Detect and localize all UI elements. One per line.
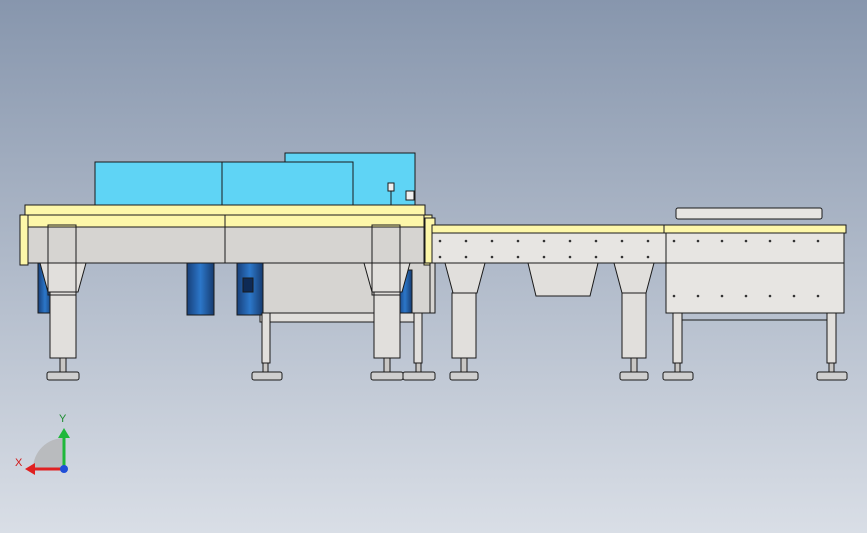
side-frame-middle[interactable] <box>431 232 668 264</box>
bolt-hole <box>744 294 748 298</box>
conveyor-model-view[interactable] <box>0 0 867 533</box>
hopper[interactable] <box>527 262 599 297</box>
bolt-hole <box>792 239 796 243</box>
leg-2-foot-stem <box>383 357 391 373</box>
top-rail-lip[interactable] <box>24 214 431 228</box>
sensor-bracket[interactable] <box>387 182 395 192</box>
bolt-hole <box>620 239 624 243</box>
bolt-hole <box>464 255 468 259</box>
bolt-hole <box>696 294 700 298</box>
weigh-plate[interactable] <box>675 207 823 220</box>
leg-8-stem <box>828 362 835 373</box>
top-rail-middle[interactable] <box>431 224 673 234</box>
leg-2-foot[interactable] <box>370 371 404 381</box>
safety-guard-panel-left[interactable] <box>94 161 223 206</box>
mid-left-bracket[interactable] <box>429 262 436 314</box>
leg-collar-1[interactable] <box>39 262 87 293</box>
bolt-hole <box>744 239 748 243</box>
motor-2[interactable] <box>186 262 215 316</box>
leg-7-foot[interactable] <box>662 371 694 381</box>
bolt-hole <box>594 239 598 243</box>
leg-5-stem <box>460 357 468 373</box>
side-frame-right[interactable] <box>665 232 845 264</box>
bolt-hole <box>768 239 772 243</box>
bolt-hole <box>646 239 650 243</box>
leg-1-foot[interactable] <box>46 371 80 381</box>
leg-6[interactable] <box>621 292 647 359</box>
leg-3-foot[interactable] <box>251 371 283 381</box>
bolt-hole <box>464 239 468 243</box>
top-rail-left[interactable] <box>24 204 426 216</box>
bolt-hole <box>568 255 572 259</box>
bolt-hole <box>594 255 598 259</box>
x-axis-label: X <box>15 457 23 469</box>
sensor-head[interactable] <box>405 190 415 201</box>
motor-terminal-box <box>242 277 254 293</box>
y-axis-label: Y <box>59 413 67 425</box>
leg-7-stem <box>674 362 681 373</box>
bolt-hole <box>720 294 724 298</box>
leg-8[interactable] <box>826 312 837 364</box>
leg-6-foot[interactable] <box>619 371 649 381</box>
bolt-hole <box>816 239 820 243</box>
leg-5[interactable] <box>451 292 477 359</box>
side-frame-left[interactable] <box>27 226 425 264</box>
leg-6-stem <box>630 357 638 373</box>
bolt-hole <box>438 239 442 243</box>
bolt-hole <box>490 255 494 259</box>
bolt-hole <box>672 239 676 243</box>
top-rail-right[interactable] <box>663 224 847 234</box>
leg-1[interactable] <box>49 291 77 359</box>
leg-5-foot[interactable] <box>449 371 479 381</box>
bolt-hole <box>646 255 650 259</box>
safety-guard-panel-middle[interactable] <box>221 161 354 206</box>
bolt-hole <box>568 239 572 243</box>
bolt-hole <box>696 239 700 243</box>
bolt-hole <box>490 239 494 243</box>
leg-collar-2[interactable] <box>363 262 411 293</box>
leg-3[interactable] <box>261 312 271 364</box>
z-axis-dot <box>60 465 68 473</box>
bolt-hole <box>768 294 772 298</box>
leg-4-stem <box>415 362 422 373</box>
leg-4-foot[interactable] <box>402 371 436 381</box>
leg-8-foot[interactable] <box>816 371 848 381</box>
bolt-hole <box>542 255 546 259</box>
leg-7[interactable] <box>672 312 683 364</box>
cad-viewport[interactable]: Y X <box>0 0 867 533</box>
lower-box-right[interactable] <box>665 262 845 314</box>
leg-3-stem <box>262 362 269 373</box>
leg-4[interactable] <box>413 312 423 364</box>
bolt-hole <box>816 294 820 298</box>
bolt-hole <box>542 239 546 243</box>
bolt-hole <box>516 255 520 259</box>
leg-1-foot-stem <box>59 357 67 373</box>
bolt-hole <box>792 294 796 298</box>
bolt-hole <box>438 255 442 259</box>
bolt-hole <box>620 255 624 259</box>
leg-2[interactable] <box>373 291 401 359</box>
end-cap-left[interactable] <box>19 214 29 266</box>
bolt-hole <box>516 239 520 243</box>
bolt-hole <box>672 294 676 298</box>
bolt-hole <box>720 239 724 243</box>
